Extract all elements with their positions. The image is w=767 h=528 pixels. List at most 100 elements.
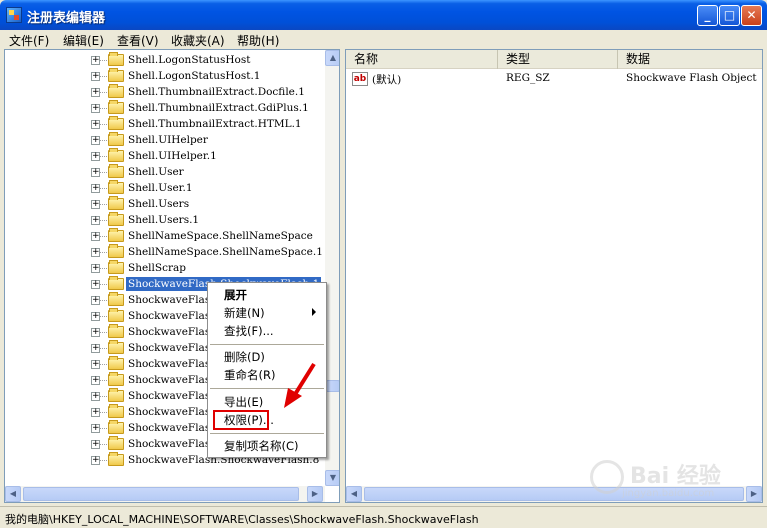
menu-favorites[interactable]: 收藏夹(A) [171, 32, 225, 49]
expand-toggle-icon[interactable]: + [91, 328, 100, 337]
expand-toggle-icon[interactable]: + [91, 216, 100, 225]
watermark-url: jingyan.baidu.com [622, 488, 715, 499]
menu-new[interactable]: 新建(N) [224, 304, 265, 322]
folder-icon [108, 292, 124, 306]
expand-toggle-icon[interactable]: + [91, 456, 100, 465]
minimize-button[interactable]: _ [697, 5, 718, 26]
tree-vertical-scrollbar[interactable]: ▲ ▼ [325, 50, 339, 486]
tree-item[interactable]: + Shell.ThumbnailExtract.GdiPlus.1 [5, 100, 323, 116]
tree-connector [100, 380, 107, 381]
folder-icon [108, 212, 124, 226]
tree-item[interactable]: + Shell.User.1 [5, 180, 323, 196]
expand-toggle-icon[interactable]: + [91, 264, 100, 273]
title-bar[interactable]: 注册表编辑器 _ □ ✕ [0, 0, 767, 30]
tree-connector [100, 332, 107, 333]
tree-item-label: Shell.ThumbnailExtract.HTML.1 [128, 118, 302, 130]
expand-toggle-icon[interactable]: + [91, 88, 100, 97]
column-data[interactable]: 数据 [618, 50, 762, 69]
tree-connector [100, 140, 107, 141]
scroll-left-button[interactable]: ◀ [346, 486, 362, 502]
expand-toggle-icon[interactable]: + [91, 248, 100, 257]
menu-bar: 文件(F) 编辑(E) 查看(V) 收藏夹(A) 帮助(H) [0, 30, 767, 48]
menu-expand[interactable]: 展开 [224, 286, 247, 304]
folder-icon [108, 356, 124, 370]
tree-item-label: ShockwaveFlas [128, 310, 211, 322]
expand-toggle-icon[interactable]: + [91, 392, 100, 401]
expand-toggle-icon[interactable]: + [91, 408, 100, 417]
list-item[interactable]: ab (默认) REG_SZ Shockwave Flash Object [346, 71, 762, 87]
tree-item[interactable]: + Shell.LogonStatusHost.1 [5, 68, 323, 84]
expand-toggle-icon[interactable]: + [91, 104, 100, 113]
maximize-button[interactable]: □ [719, 5, 740, 26]
tree-item-label: Shell.UIHelper [128, 134, 208, 146]
tree-item[interactable]: + Shell.UIHelper [5, 132, 323, 148]
expand-toggle-icon[interactable]: + [91, 200, 100, 209]
scroll-up-button[interactable]: ▲ [325, 50, 339, 66]
tree-item[interactable]: + ShellScrap [5, 260, 323, 276]
menu-edit[interactable]: 编辑(E) [63, 32, 104, 49]
menu-help[interactable]: 帮助(H) [237, 32, 279, 49]
value-type: REG_SZ [506, 72, 550, 84]
column-name[interactable]: 名称 [346, 50, 498, 69]
menu-rename[interactable]: 重命名(R) [224, 366, 275, 384]
tree-connector [100, 284, 107, 285]
tree-item-label: Shell.ThumbnailExtract.GdiPlus.1 [128, 102, 309, 114]
close-button[interactable]: ✕ [741, 5, 762, 26]
tree-item[interactable]: + Shell.User [5, 164, 323, 180]
tree-scroll-thumb[interactable] [326, 380, 339, 392]
expand-toggle-icon[interactable]: + [91, 152, 100, 161]
tree-item-label: Shell.UIHelper.1 [128, 150, 217, 162]
tree-connector [100, 412, 107, 413]
tree-horizontal-scrollbar[interactable]: ◀ ▶ [5, 486, 325, 502]
scroll-down-button[interactable]: ▼ [325, 470, 339, 486]
tree-connector [100, 300, 107, 301]
tree-connector [100, 252, 107, 253]
value-list-pane[interactable]: 名称 类型 数据 ab (默认) REG_SZ Shockwave Flash … [345, 49, 763, 503]
menu-separator [210, 344, 324, 345]
expand-toggle-icon[interactable]: + [91, 424, 100, 433]
tree-item[interactable]: + ShellNameSpace.ShellNameSpace.1 [5, 244, 323, 260]
tree-item[interactable]: + Shell.ThumbnailExtract.HTML.1 [5, 116, 323, 132]
expand-toggle-icon[interactable]: + [91, 280, 100, 289]
scroll-left-button[interactable]: ◀ [5, 486, 21, 502]
menu-delete[interactable]: 删除(D) [224, 348, 265, 366]
folder-icon [108, 452, 124, 466]
menu-view[interactable]: 查看(V) [117, 32, 159, 49]
expand-toggle-icon[interactable]: + [91, 360, 100, 369]
menu-copy-key-name[interactable]: 复制项名称(C) [224, 437, 299, 455]
folder-icon [108, 404, 124, 418]
value-data: Shockwave Flash Object [626, 72, 757, 84]
tree-item[interactable]: + Shell.LogonStatusHost [5, 52, 323, 68]
expand-toggle-icon[interactable]: + [91, 136, 100, 145]
tree-item[interactable]: + Shell.Users.1 [5, 212, 323, 228]
tree-connector [100, 172, 107, 173]
expand-toggle-icon[interactable]: + [91, 440, 100, 449]
tree-item-label: ShockwaveFlas [128, 422, 211, 434]
tree-item[interactable]: + ShellNameSpace.ShellNameSpace [5, 228, 323, 244]
tree-connector [100, 268, 107, 269]
tree-item[interactable]: + Shell.ThumbnailExtract.Docfile.1 [5, 84, 323, 100]
expand-toggle-icon[interactable]: + [91, 120, 100, 129]
expand-toggle-icon[interactable]: + [91, 376, 100, 385]
folder-icon [108, 84, 124, 98]
expand-toggle-icon[interactable]: + [91, 344, 100, 353]
folder-icon [108, 420, 124, 434]
expand-toggle-icon[interactable]: + [91, 312, 100, 321]
tree-item[interactable]: + Shell.Users [5, 196, 323, 212]
expand-toggle-icon[interactable]: + [91, 56, 100, 65]
expand-toggle-icon[interactable]: + [91, 168, 100, 177]
scroll-right-button[interactable]: ▶ [307, 486, 323, 502]
tree-hscroll-thumb[interactable] [23, 487, 299, 501]
tree-item-label: Shell.ThumbnailExtract.Docfile.1 [128, 86, 305, 98]
tree-connector [100, 92, 107, 93]
column-type[interactable]: 类型 [498, 50, 618, 69]
tree-item[interactable]: + Shell.UIHelper.1 [5, 148, 323, 164]
expand-toggle-icon[interactable]: + [91, 232, 100, 241]
menu-export[interactable]: 导出(E) [224, 393, 263, 411]
value-name: (默认) [372, 74, 402, 86]
menu-find[interactable]: 查找(F)... [224, 322, 274, 340]
expand-toggle-icon[interactable]: + [91, 72, 100, 81]
menu-file[interactable]: 文件(F) [9, 32, 49, 49]
expand-toggle-icon[interactable]: + [91, 184, 100, 193]
expand-toggle-icon[interactable]: + [91, 296, 100, 305]
